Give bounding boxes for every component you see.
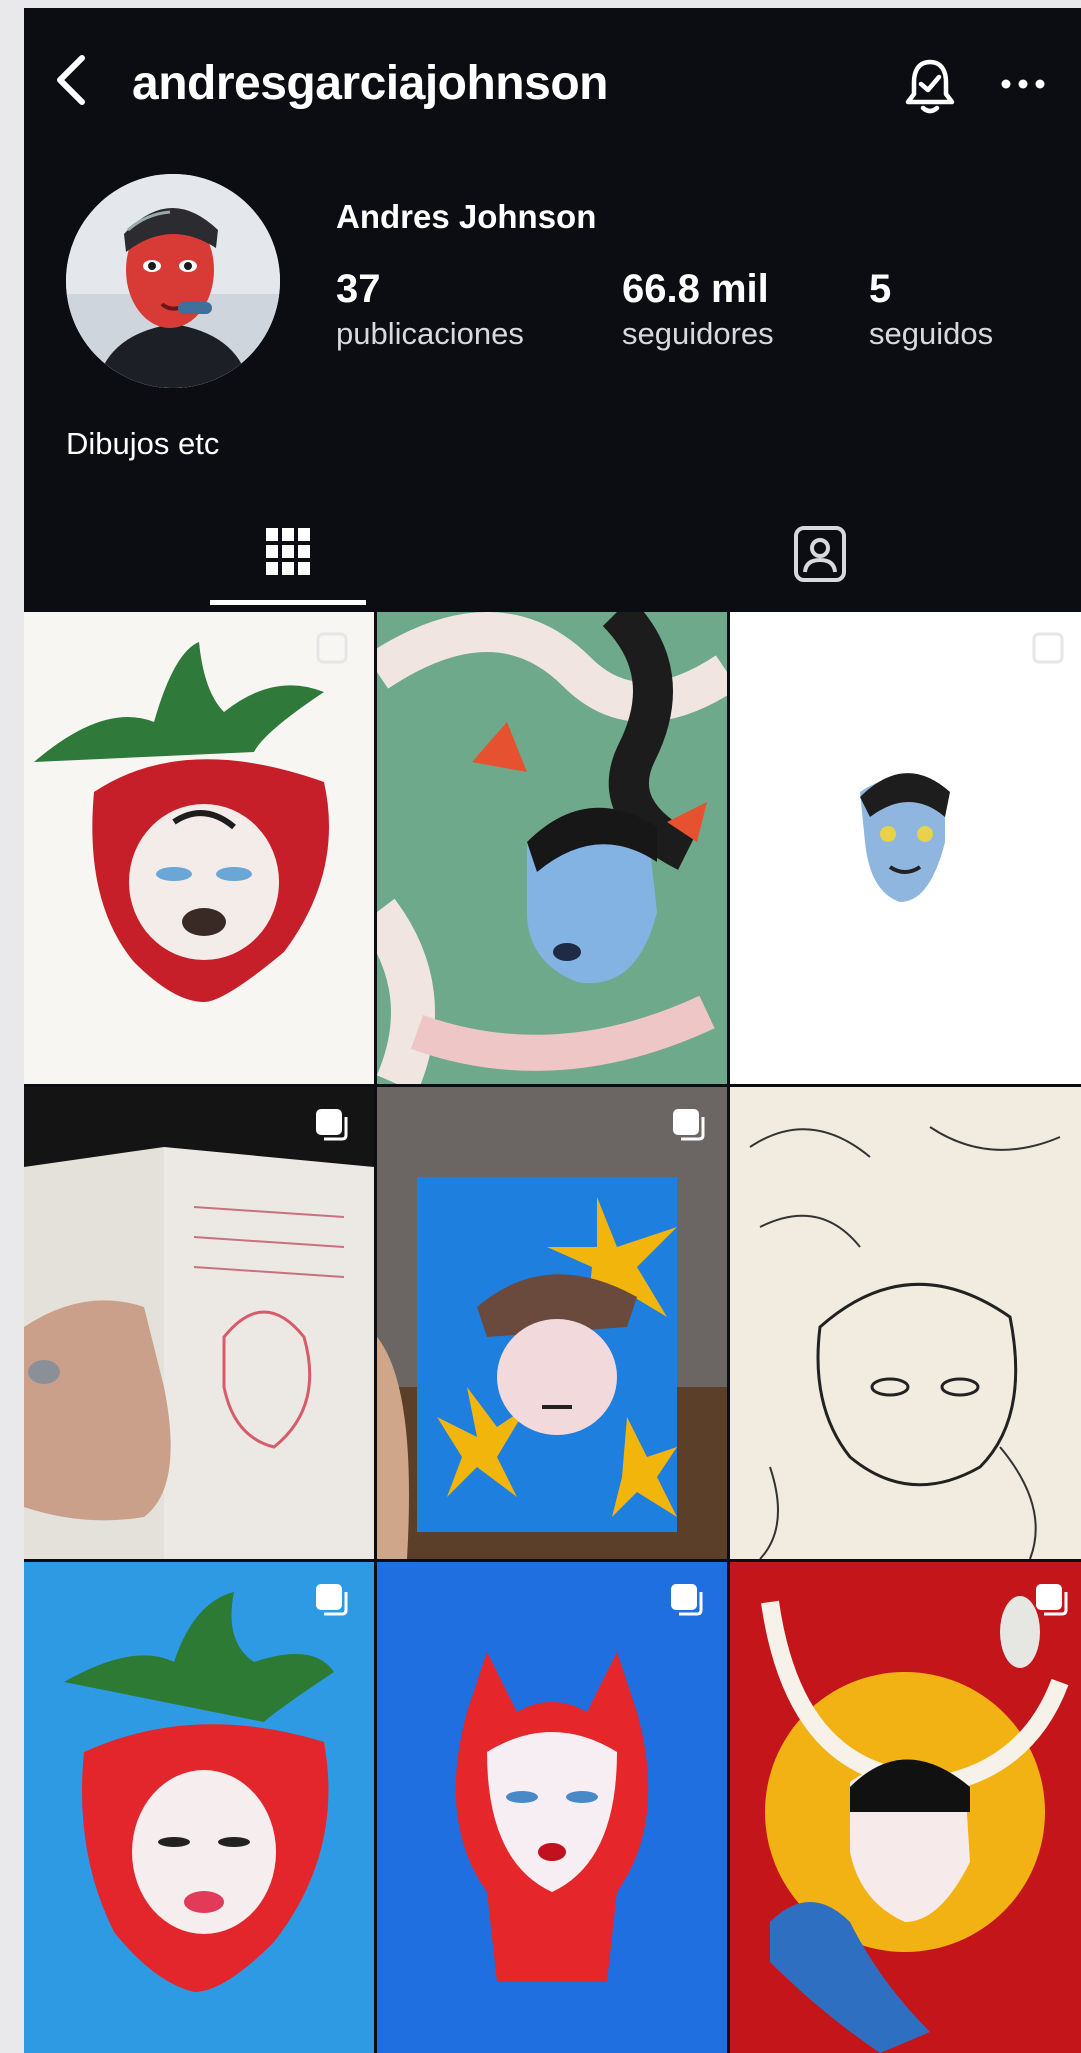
tab-grid[interactable]: [24, 504, 552, 608]
followers-stat[interactable]: 66.8 mil seguidores: [622, 266, 774, 352]
post-tile[interactable]: [730, 612, 1081, 1084]
avatar[interactable]: [66, 174, 280, 388]
multi-photo-icon: [673, 1109, 705, 1141]
post-tile[interactable]: [377, 1087, 727, 1559]
post-tile[interactable]: [24, 1562, 374, 2053]
profile-tabs: [24, 504, 1081, 608]
post-tile[interactable]: [377, 1562, 727, 2053]
posts-count: 37: [336, 267, 381, 311]
tagged-person-icon: [794, 526, 846, 582]
more-icon[interactable]: [998, 72, 1048, 96]
post-image-devil-face: [377, 1562, 727, 2053]
posts-label: publicaciones: [336, 316, 524, 351]
post-image-strawberry-face: [24, 612, 374, 1084]
multi-photo-icon: [316, 1584, 348, 1616]
post-image-sketchbook-hand: [24, 1087, 374, 1559]
post-image-horns-bird: [730, 1562, 1081, 2053]
profile-screen: andresgarciajohnson Andres Johnson 37 pu…: [24, 8, 1081, 2053]
post-image-strawberry-blue: [24, 1562, 374, 2053]
tab-tagged[interactable]: [552, 504, 1081, 608]
posts-grid: [24, 612, 1081, 2053]
multi-photo-icon: [1032, 632, 1064, 664]
followers-label: seguidores: [622, 316, 774, 351]
post-image-cowboy-drawing: [377, 1087, 727, 1559]
bell-icon[interactable]: [902, 56, 958, 116]
post-tile[interactable]: [24, 612, 374, 1084]
post-image-ink-sketch: [730, 1087, 1081, 1559]
following-stat[interactable]: 5 seguidos: [869, 266, 993, 352]
following-count: 5: [869, 267, 892, 311]
post-image-swans-blue-face: [377, 612, 727, 1084]
selected-tab-indicator: [210, 600, 366, 605]
post-tile[interactable]: [24, 1087, 374, 1559]
posts-stat[interactable]: 37 publicaciones: [336, 266, 524, 352]
multi-photo-icon: [1036, 1584, 1068, 1616]
post-tile[interactable]: [730, 1087, 1081, 1559]
display-name: Andres Johnson: [336, 198, 597, 235]
back-icon[interactable]: [50, 52, 94, 108]
multi-photo-icon: [316, 1109, 348, 1141]
avatar-image: [66, 174, 280, 388]
grid-icon: [266, 528, 310, 575]
post-tile[interactable]: [730, 1562, 1081, 2053]
top-bar: andresgarciajohnson: [24, 8, 1081, 148]
bio-text: Dibujos etc: [66, 426, 220, 461]
followers-count: 66.8 mil: [622, 267, 769, 311]
post-image-small-blue-face: [730, 612, 1081, 1084]
multi-photo-icon: [316, 632, 348, 664]
profile-username: andresgarciajohnson: [132, 57, 608, 110]
following-label: seguidos: [869, 316, 994, 351]
post-tile[interactable]: [377, 612, 727, 1084]
multi-photo-icon: [671, 1584, 703, 1616]
